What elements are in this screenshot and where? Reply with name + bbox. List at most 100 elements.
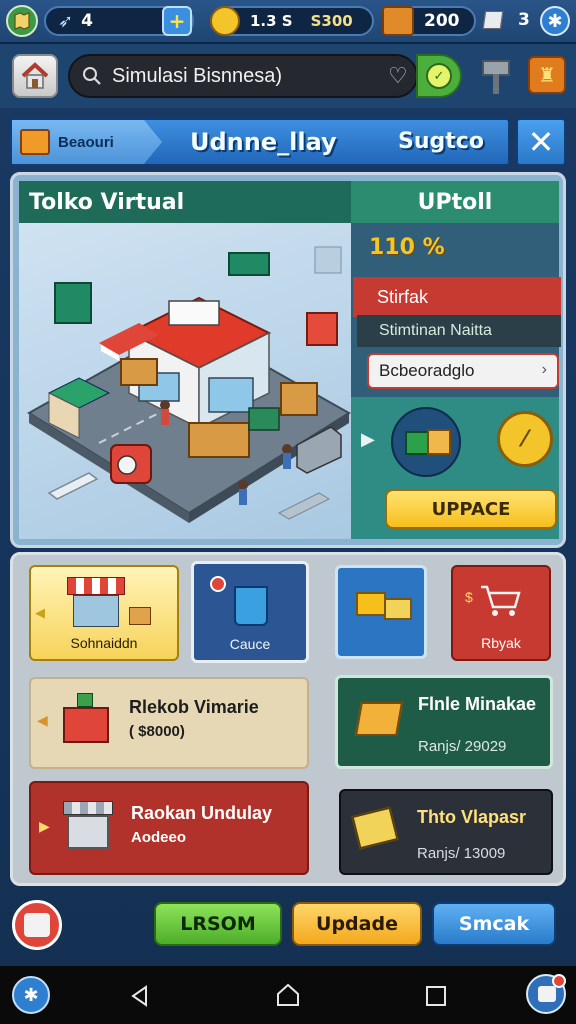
panel-title: UPtoll [351, 181, 559, 223]
notification-dot [210, 576, 226, 592]
status-red-label: Stirfak [377, 286, 429, 307]
list-arrow-icon: ▶ [39, 819, 50, 835]
system-nav-bar: ✱ [0, 966, 576, 1024]
store-icon [63, 801, 113, 853]
list-item[interactable]: ▶ Raokan Undulay Aodeeo [29, 781, 309, 875]
shop-stall-icon [67, 577, 125, 629]
status-red-bar: Stirfak [353, 277, 561, 317]
search-input[interactable] [112, 64, 382, 88]
map-icon[interactable] [6, 5, 38, 37]
box-icon [129, 607, 151, 625]
list-item-title: Raokan Undulay [131, 803, 273, 823]
coins-counter: 1.3 S S300 [210, 6, 374, 36]
back-tab[interactable]: Beaouri [12, 120, 162, 164]
status-dark-bar: Stimtinan Naitta [357, 315, 561, 347]
list-item[interactable]: Flnle Minakae Ranjs/ 29029 [335, 675, 553, 769]
chevron-down-icon: › [541, 361, 547, 378]
heart-icon[interactable]: ♡ [388, 64, 408, 89]
coins-value: 1.3 S [250, 12, 293, 30]
building-icon [63, 693, 109, 745]
tile-bag[interactable] [335, 565, 427, 659]
add-energy-button[interactable]: + [162, 6, 192, 36]
nav-back-icon[interactable] [128, 984, 152, 1008]
smcak-button[interactable]: Smcak [432, 902, 556, 946]
gold-chest-icon [355, 702, 403, 736]
coupon-icon [351, 806, 399, 850]
list-item-sub: Aodeeo [131, 829, 187, 846]
tile-bucket-label: Cauce [229, 636, 271, 652]
list-item[interactable]: ◀ Rlekob Vimarie ( $8000) [29, 677, 309, 769]
shop-button[interactable]: ♜ [528, 56, 566, 94]
nav-recents-icon[interactable] [424, 984, 448, 1008]
clock-icon: ✓ [426, 63, 452, 89]
energy-value: 4 [81, 11, 93, 31]
update-button[interactable]: Updade [292, 902, 422, 946]
virtual-store-image [27, 246, 351, 523]
list-item-sub: Ranjs/ 29029 [418, 738, 507, 755]
list-item-title: Rlekob Vimarie [129, 697, 259, 717]
coin-badge-icon[interactable]: ⁄ [497, 411, 553, 467]
tile-shop-label: Sohnaiddn [70, 635, 138, 651]
settings-icon[interactable]: ✱ [540, 6, 570, 36]
chevron-right-icon[interactable]: ▶ [361, 429, 375, 450]
list-item-title: Flnle Minakae [418, 694, 537, 714]
coins-secondary-value: S300 [310, 12, 353, 30]
store-card: Tolko Virtual UPtoll 110 % Stirfak Stimt… [10, 172, 566, 548]
list-item-sub: Ranjs/ 13009 [417, 845, 506, 862]
lesson-button[interactable]: LRSOM [154, 902, 282, 946]
status-dark-label: Stimtinan Naitta [379, 322, 492, 339]
page-title: Udnne_llay [190, 128, 337, 156]
app-badge-right-icon[interactable] [526, 974, 566, 1014]
ticket-icon [482, 11, 504, 29]
management-panel: ◀ Sohnaiddn Cauce $ Rbyak ◀ Rlekob Vimar… [10, 552, 566, 886]
timer-button[interactable]: ✓ [416, 54, 462, 98]
shop-icon: ♜ [538, 63, 556, 87]
nav-home-icon[interactable] [275, 982, 301, 1008]
dollar-icon: $ [465, 589, 473, 605]
tile-arrow-icon: ◀ [35, 605, 45, 620]
search-icon [83, 67, 101, 85]
store-title: Tolko Virtual [19, 181, 351, 223]
tickets-value: 3 [518, 10, 530, 30]
category-select[interactable]: Bcbeoradglo › [367, 353, 559, 389]
list-item-title: Thto Vlapasr [417, 807, 527, 827]
status-bar: ➶ 4 + 1.3 S S300 200 3 ✱ [0, 0, 576, 44]
tag-icon [384, 598, 412, 620]
title-right-label: Sugtco [398, 129, 484, 154]
cart-icon [20, 129, 50, 155]
rocket-icon: ➶ [58, 10, 74, 32]
title-bar: Beaouri Udnne_llay Sugtco [10, 118, 510, 166]
home-icon [21, 62, 49, 89]
chat-button[interactable] [12, 900, 62, 950]
gift-box-icon[interactable] [391, 407, 461, 477]
bucket-icon [234, 586, 268, 626]
upgrade-button[interactable]: UPPACE [385, 489, 557, 529]
close-button[interactable]: ✕ [516, 118, 566, 166]
signpost-icon[interactable] [480, 56, 512, 96]
back-tab-label: Beaouri [58, 133, 114, 151]
app-badge-left-icon[interactable]: ✱ [12, 976, 50, 1014]
upgrade-panel: 110 % Stirfak Stimtinan Naitta Bcbeoradg… [351, 223, 561, 397]
coin-icon [210, 6, 240, 36]
progress-percent: 110 % [369, 235, 445, 260]
crate-icon [382, 6, 414, 36]
list-item[interactable]: Thto Vlapasr Ranjs/ 13009 [339, 789, 553, 875]
search-row: ♡ ✓ ♜ [0, 44, 576, 108]
category-select-value: Bcbeoradglo [379, 361, 475, 380]
shopping-cart-icon [481, 585, 521, 616]
home-button[interactable] [12, 54, 58, 98]
list-item-sub: ( $8000) [129, 723, 185, 740]
list-arrow-icon: ◀ [37, 713, 48, 729]
tile-bucket[interactable]: Cauce [191, 561, 309, 663]
crates-value: 200 [424, 11, 460, 31]
tile-shop[interactable]: ◀ Sohnaiddn [29, 565, 179, 661]
tile-cart[interactable]: $ Rbyak [451, 565, 551, 661]
store-illustration[interactable] [19, 223, 351, 539]
crates-counter: 200 [382, 6, 476, 36]
rewards-panel: ▶ ⁄ UPPACE [351, 397, 559, 539]
tile-cart-label: Rbyak [481, 635, 521, 651]
close-icon: ✕ [527, 123, 555, 161]
shopping-bag-icon [356, 592, 386, 616]
chat-icon [24, 913, 50, 937]
search-bar[interactable]: ♡ [68, 54, 418, 98]
